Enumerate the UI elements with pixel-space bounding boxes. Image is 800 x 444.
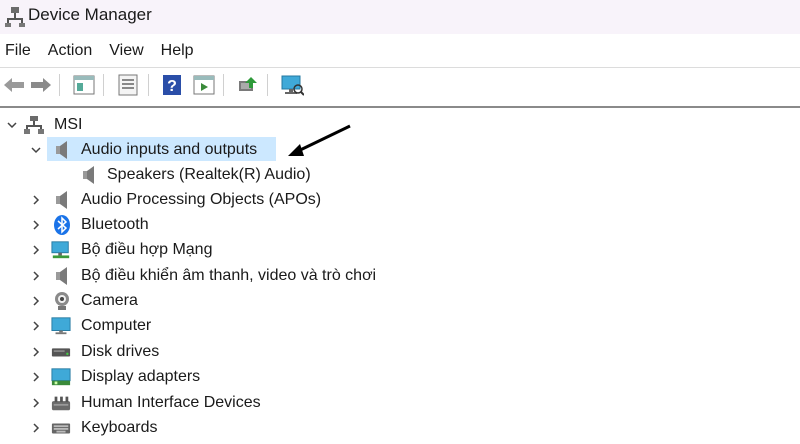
tree-item-audio-inputs-outputs[interactable]: Audio inputs and outputs (0, 137, 800, 162)
properties-icon[interactable] (72, 73, 96, 97)
chevron-right-icon[interactable] (30, 422, 42, 434)
tree-item-label: Disk drives (81, 342, 160, 360)
toolbar-separator (103, 74, 104, 96)
forward-icon[interactable] (29, 73, 53, 97)
tree-item-label: Bộ điều khiển âm thanh, video và trò chơ… (81, 266, 377, 284)
bluetooth-icon (52, 214, 72, 235)
back-icon[interactable] (2, 73, 26, 97)
speaker-icon (79, 165, 99, 185)
tree-item-camera[interactable]: Camera (0, 288, 800, 313)
tree-item-bluetooth[interactable]: Bluetooth (0, 212, 800, 237)
camera-icon (52, 291, 72, 311)
tree-item-label: Display adapters (81, 367, 201, 385)
tree-divider (0, 106, 800, 108)
chevron-right-icon[interactable] (30, 194, 42, 206)
tree-item-label: Camera (81, 291, 138, 309)
menu-file[interactable]: File (0, 42, 36, 60)
speaker-icon (52, 266, 72, 286)
tree-item-label: Bluetooth (81, 215, 149, 233)
tree-item-label: Audio inputs and outputs (81, 140, 258, 158)
hid-icon (51, 393, 71, 413)
tree-item-label: Audio Processing Objects (APOs) (81, 190, 322, 208)
tree-item-sound-video-game[interactable]: Bộ điều khiển âm thanh, video và trò chơ… (0, 263, 800, 288)
menu-action[interactable]: Action (43, 42, 97, 60)
window-title: Device Manager (28, 5, 152, 24)
chevron-right-icon[interactable] (30, 397, 42, 409)
disk-drive-icon (51, 342, 71, 362)
tree-item-hid[interactable]: Human Interface Devices (0, 390, 800, 415)
chevron-right-icon[interactable] (30, 320, 42, 332)
tree-item-label: Human Interface Devices (81, 393, 261, 411)
chevron-right-icon[interactable] (30, 346, 42, 358)
tree-item-label: Bộ điều hợp Mạng (81, 240, 213, 258)
toolbar-separator (59, 74, 60, 96)
tree-item-label: Computer (81, 316, 152, 334)
tree-root[interactable]: MSI (0, 112, 800, 137)
chevron-down-icon[interactable] (30, 144, 42, 156)
speaker-icon (52, 190, 72, 210)
speaker-icon (52, 140, 72, 160)
menu-help[interactable]: Help (156, 42, 199, 60)
toolbar: ? (0, 67, 800, 102)
tree-item-label: Keyboards (81, 418, 158, 436)
tree-item-apos[interactable]: Audio Processing Objects (APOs) (0, 187, 800, 212)
toolbar-separator (267, 74, 268, 96)
tree-item-keyboards[interactable]: Keyboards (0, 415, 800, 440)
scan-hardware-icon[interactable] (280, 73, 304, 97)
title-bar: Device Manager (0, 0, 800, 34)
menu-bar: File Action View Help (0, 38, 800, 64)
tree-item-label: Speakers (Realtek(R) Audio) (107, 165, 311, 183)
computer-icon (51, 316, 71, 336)
chevron-right-icon[interactable] (30, 371, 42, 383)
menu-view[interactable]: View (104, 42, 148, 60)
tree-item-speakers[interactable]: Speakers (Realtek(R) Audio) (0, 162, 800, 187)
chevron-right-icon[interactable] (30, 219, 42, 231)
tree-root-label: MSI (54, 115, 83, 133)
display-adapter-icon (51, 367, 71, 387)
toolbar-separator (148, 74, 149, 96)
computer-tree-icon (24, 115, 44, 135)
chevron-right-icon[interactable] (30, 270, 42, 282)
update-driver-icon[interactable] (236, 73, 260, 97)
toolbar-separator (223, 74, 224, 96)
run-icon[interactable] (192, 73, 216, 97)
chevron-right-icon[interactable] (30, 244, 42, 256)
network-adapter-icon (51, 240, 71, 260)
tree-item-display-adapters[interactable]: Display adapters (0, 364, 800, 389)
annotation-arrow-icon (288, 124, 351, 156)
help-icon[interactable]: ? (160, 73, 184, 97)
chevron-right-icon[interactable] (30, 295, 42, 307)
svg-text:?: ? (167, 78, 177, 95)
keyboard-icon (51, 418, 71, 438)
tree-item-computer[interactable]: Computer (0, 313, 800, 338)
list-icon[interactable] (116, 73, 140, 97)
tree-item-network-adapters[interactable]: Bộ điều hợp Mạng (0, 237, 800, 262)
chevron-down-icon[interactable] (6, 119, 18, 131)
tree-item-disk-drives[interactable]: Disk drives (0, 339, 800, 364)
device-manager-icon (5, 6, 25, 33)
